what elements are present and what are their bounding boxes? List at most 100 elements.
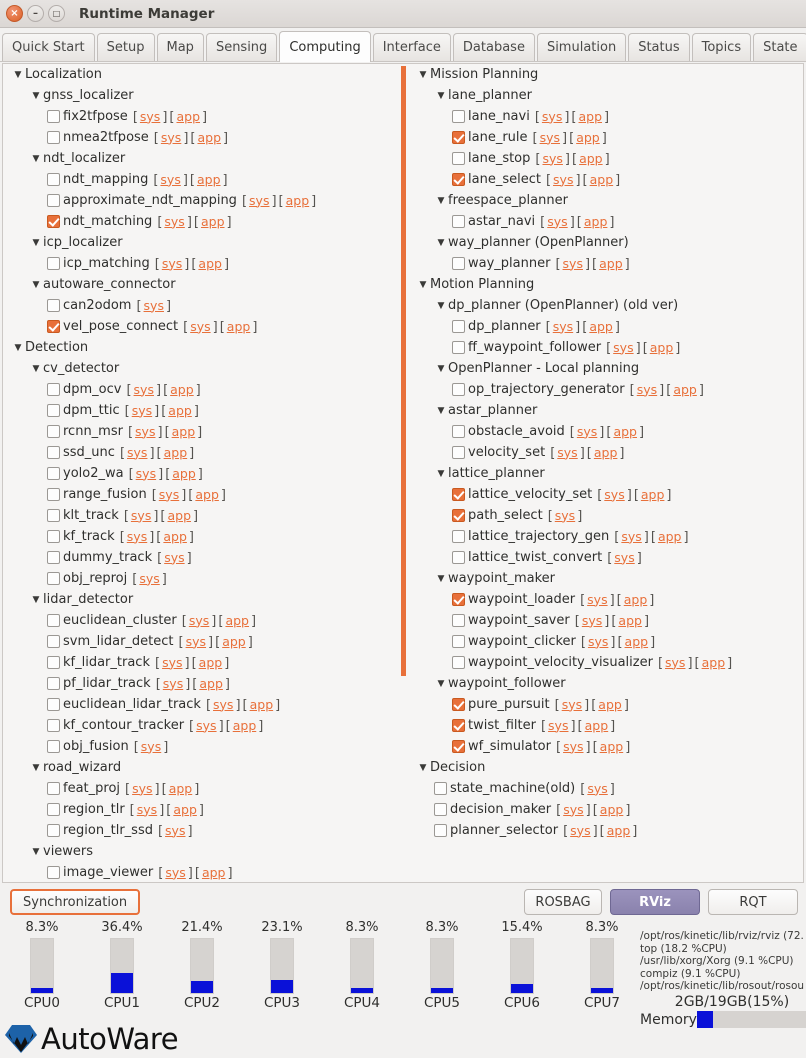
sys-link[interactable]: sys: [159, 487, 179, 502]
node-checkbox[interactable]: [47, 173, 60, 186]
chevron-down-icon[interactable]: ▼: [434, 469, 448, 479]
app-link[interactable]: app: [607, 823, 631, 838]
app-link[interactable]: app: [199, 655, 223, 670]
node-checkbox[interactable]: [47, 320, 60, 333]
sys-link[interactable]: sys: [131, 508, 151, 523]
app-link[interactable]: app: [598, 697, 622, 712]
sys-link[interactable]: sys: [162, 655, 182, 670]
sys-link[interactable]: sys: [540, 130, 560, 145]
node-checkbox[interactable]: [452, 488, 465, 501]
app-link[interactable]: app: [202, 865, 226, 880]
node-checkbox[interactable]: [47, 719, 60, 732]
sys-link[interactable]: sys: [547, 214, 567, 229]
sys-link[interactable]: sys: [160, 172, 180, 187]
app-link[interactable]: app: [650, 340, 674, 355]
rosbag-button[interactable]: ROSBAG: [524, 889, 602, 915]
sys-link[interactable]: sys: [587, 592, 607, 607]
node-checkbox[interactable]: [452, 131, 465, 144]
sys-link[interactable]: sys: [637, 382, 657, 397]
app-link[interactable]: app: [168, 403, 192, 418]
sys-link[interactable]: sys: [164, 550, 184, 565]
chevron-down-icon[interactable]: ▼: [29, 280, 43, 290]
node-checkbox[interactable]: [452, 509, 465, 522]
node-checkbox[interactable]: [452, 719, 465, 732]
sys-link[interactable]: sys: [140, 109, 160, 124]
sys-link[interactable]: sys: [587, 781, 607, 796]
chevron-down-icon[interactable]: ▼: [416, 280, 430, 290]
tab-setup[interactable]: Setup: [96, 33, 155, 61]
sys-link[interactable]: sys: [144, 298, 164, 313]
minimize-icon[interactable]: –: [27, 5, 44, 22]
sys-link[interactable]: sys: [213, 697, 233, 712]
sys-link[interactable]: sys: [570, 823, 590, 838]
chevron-down-icon[interactable]: ▼: [434, 238, 448, 248]
tab-state[interactable]: State: [753, 33, 806, 61]
app-link[interactable]: app: [168, 508, 192, 523]
sys-link[interactable]: sys: [127, 529, 147, 544]
sys-link[interactable]: sys: [665, 655, 685, 670]
node-checkbox[interactable]: [47, 824, 60, 837]
node-checkbox[interactable]: [47, 257, 60, 270]
app-link[interactable]: app: [641, 487, 665, 502]
sys-link[interactable]: sys: [604, 487, 624, 502]
sys-link[interactable]: sys: [163, 676, 183, 691]
node-checkbox[interactable]: [47, 446, 60, 459]
rqt-button[interactable]: RQT: [708, 889, 798, 915]
sys-link[interactable]: sys: [190, 319, 210, 334]
sys-link[interactable]: sys: [132, 403, 152, 418]
app-link[interactable]: app: [172, 466, 196, 481]
app-link[interactable]: app: [576, 130, 600, 145]
chevron-down-icon[interactable]: ▼: [434, 364, 448, 374]
node-checkbox[interactable]: [47, 530, 60, 543]
tab-database[interactable]: Database: [452, 33, 535, 61]
app-link[interactable]: app: [618, 613, 642, 628]
node-checkbox[interactable]: [47, 866, 60, 879]
node-checkbox[interactable]: [47, 635, 60, 648]
node-checkbox[interactable]: [47, 110, 60, 123]
chevron-down-icon[interactable]: ▼: [29, 595, 43, 605]
sys-link[interactable]: sys: [161, 130, 181, 145]
app-link[interactable]: app: [594, 445, 618, 460]
node-checkbox[interactable]: [47, 551, 60, 564]
app-link[interactable]: app: [172, 424, 196, 439]
node-checkbox[interactable]: [47, 698, 60, 711]
node-checkbox[interactable]: [47, 488, 60, 501]
app-link[interactable]: app: [625, 634, 649, 649]
sys-link[interactable]: sys: [621, 529, 641, 544]
node-checkbox[interactable]: [452, 152, 465, 165]
sys-link[interactable]: sys: [189, 613, 209, 628]
tab-status[interactable]: Status: [628, 33, 690, 61]
chevron-down-icon[interactable]: ▼: [29, 91, 43, 101]
chevron-down-icon[interactable]: ▼: [434, 301, 448, 311]
chevron-down-icon[interactable]: ▼: [434, 91, 448, 101]
node-checkbox[interactable]: [452, 215, 465, 228]
chevron-down-icon[interactable]: ▼: [11, 70, 25, 80]
node-checkbox[interactable]: [47, 677, 60, 690]
chevron-down-icon[interactable]: ▼: [434, 406, 448, 416]
chevron-down-icon[interactable]: ▼: [29, 154, 43, 164]
sys-link[interactable]: sys: [165, 823, 185, 838]
node-checkbox[interactable]: [452, 257, 465, 270]
node-checkbox[interactable]: [452, 593, 465, 606]
chevron-down-icon[interactable]: ▼: [416, 70, 430, 80]
app-link[interactable]: app: [170, 382, 194, 397]
sys-link[interactable]: sys: [614, 550, 634, 565]
node-checkbox[interactable]: [452, 740, 465, 753]
app-link[interactable]: app: [163, 529, 187, 544]
app-link[interactable]: app: [579, 109, 603, 124]
node-checkbox[interactable]: [452, 614, 465, 627]
tab-interface[interactable]: Interface: [372, 33, 451, 61]
sys-link[interactable]: sys: [162, 256, 182, 271]
app-link[interactable]: app: [225, 613, 249, 628]
chevron-down-icon[interactable]: ▼: [416, 763, 430, 773]
sys-link[interactable]: sys: [562, 697, 582, 712]
app-link[interactable]: app: [585, 718, 609, 733]
tab-sensing[interactable]: Sensing: [205, 33, 278, 61]
app-link[interactable]: app: [589, 319, 613, 334]
sys-link[interactable]: sys: [141, 739, 161, 754]
node-checkbox[interactable]: [47, 740, 60, 753]
node-checkbox[interactable]: [47, 131, 60, 144]
sys-link[interactable]: sys: [563, 739, 583, 754]
app-link[interactable]: app: [197, 172, 221, 187]
node-checkbox[interactable]: [47, 572, 60, 585]
